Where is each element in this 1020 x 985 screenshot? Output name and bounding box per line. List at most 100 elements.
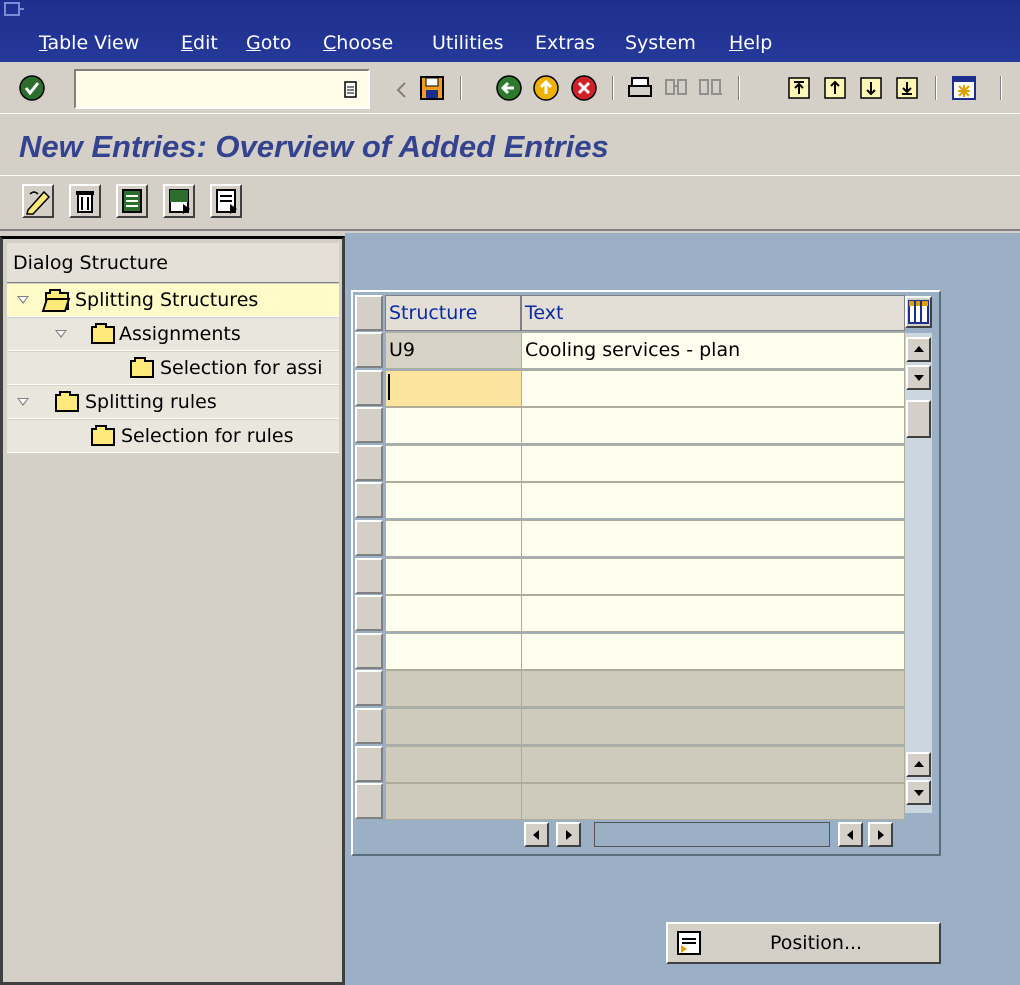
last-page-icon[interactable] [893, 74, 921, 102]
cell-structure[interactable] [385, 595, 522, 632]
position-button[interactable]: Position... [666, 922, 941, 964]
row-selector[interactable] [355, 407, 383, 443]
tree-node-splitting-rules[interactable]: Splitting rules [7, 386, 339, 419]
folder-icon [55, 391, 79, 412]
row-selector[interactable] [355, 746, 383, 782]
row-selector[interactable] [355, 520, 383, 556]
previous-page-icon[interactable] [821, 74, 849, 102]
tree-node-assignments[interactable]: Assignments [7, 318, 339, 351]
cell-text[interactable] [521, 407, 905, 444]
column-header-structure[interactable]: Structure [385, 295, 521, 331]
scroll-right-button[interactable] [556, 822, 581, 847]
change-display-button[interactable] [22, 184, 54, 218]
first-page-icon[interactable] [785, 74, 813, 102]
row-selector[interactable] [355, 332, 383, 368]
find-next-icon[interactable] [696, 74, 724, 102]
row-selector[interactable] [355, 445, 383, 481]
row-selector[interactable] [355, 370, 383, 406]
scroll-thumb[interactable] [906, 400, 931, 438]
cell-structure[interactable] [385, 482, 522, 519]
cell-structure[interactable] [385, 520, 522, 557]
cell-structure[interactable] [385, 670, 522, 707]
save-icon[interactable] [418, 74, 446, 102]
row-selector[interactable] [355, 558, 383, 594]
tree-node-label: Splitting rules [85, 391, 217, 413]
exit-icon[interactable] [532, 74, 560, 102]
command-field[interactable] [74, 69, 370, 109]
tree-node-selection-for-assignments[interactable]: Selection for assi [7, 352, 339, 385]
expand-triangle-icon[interactable] [17, 296, 29, 304]
cell-text[interactable] [521, 746, 905, 783]
row-selector[interactable] [355, 633, 383, 669]
folder-icon [91, 323, 115, 344]
tree-node-selection-for-rules[interactable]: Selection for rules [7, 420, 339, 453]
dialog-structure-header: Dialog Structure [7, 243, 339, 283]
scroll-left-end-button[interactable] [838, 822, 863, 847]
next-page-icon[interactable] [857, 74, 885, 102]
select-all-rows-button[interactable] [355, 295, 383, 331]
row-selector[interactable] [355, 670, 383, 706]
menu-choose[interactable]: Choose [323, 29, 393, 57]
system-menu-icon[interactable] [4, 2, 24, 16]
select-block-button[interactable] [163, 184, 195, 218]
command-history-icon[interactable] [343, 81, 371, 109]
row-selector[interactable] [355, 708, 383, 744]
cell-text[interactable] [521, 482, 905, 519]
delete-button[interactable] [69, 184, 101, 218]
tree-node-label: Splitting Structures [75, 289, 259, 311]
position-button-label: Position... [770, 932, 863, 954]
cell-structure[interactable] [385, 445, 522, 482]
cell-text[interactable] [521, 708, 905, 745]
folder-icon [91, 425, 115, 446]
cell-structure[interactable] [385, 407, 522, 444]
expand-triangle-icon[interactable] [17, 398, 29, 406]
cell-structure[interactable] [385, 558, 522, 595]
arrow-left-icon [533, 830, 539, 840]
print-icon[interactable] [626, 74, 654, 102]
cell-text[interactable] [521, 633, 905, 670]
cell-text[interactable] [521, 558, 905, 595]
table-settings-button[interactable] [905, 296, 932, 328]
cell-text[interactable] [521, 595, 905, 632]
row-selector[interactable] [355, 482, 383, 518]
expand-triangle-icon[interactable] [55, 330, 67, 338]
tree-node-splitting-structures[interactable]: Splitting Structures [7, 284, 339, 317]
cell-structure[interactable] [385, 708, 522, 745]
scroll-page-down-button[interactable] [906, 780, 931, 805]
cell-text[interactable] [521, 670, 905, 707]
menu-help[interactable]: Help [729, 29, 772, 57]
deselect-all-button[interactable] [210, 184, 242, 218]
menu-table-view[interactable]: Table View [39, 29, 139, 57]
cell-structure[interactable] [385, 370, 522, 407]
enter-icon[interactable] [18, 74, 46, 102]
menu-system[interactable]: System [625, 29, 696, 57]
menu-edit[interactable]: Edit [181, 29, 218, 57]
cancel-icon[interactable] [570, 74, 598, 102]
cell-structure[interactable] [385, 633, 522, 670]
scroll-page-up-button[interactable] [906, 752, 931, 777]
column-header-text[interactable]: Text [521, 295, 905, 331]
cell-text[interactable]: Cooling services - plan [521, 332, 905, 369]
cell-text[interactable] [521, 370, 905, 407]
horizontal-scrollbar[interactable] [594, 822, 830, 847]
create-session-icon[interactable] [950, 74, 978, 102]
row-selector[interactable] [355, 783, 383, 819]
scroll-left-button[interactable] [524, 822, 549, 847]
cell-text[interactable] [521, 783, 905, 820]
back-icon[interactable] [495, 74, 523, 102]
cell-structure[interactable] [385, 783, 522, 820]
cell-text[interactable] [521, 520, 905, 557]
scroll-right-end-button[interactable] [868, 822, 893, 847]
scroll-up-button[interactable] [906, 337, 931, 362]
row-selector[interactable] [355, 595, 383, 631]
select-all-button[interactable] [116, 184, 148, 218]
menu-goto[interactable]: Goto [246, 29, 291, 57]
find-icon[interactable] [662, 74, 690, 102]
menu-extras[interactable]: Extras [535, 29, 595, 57]
scroll-down-button[interactable] [906, 365, 931, 390]
cell-text[interactable] [521, 445, 905, 482]
cell-structure[interactable]: U9 [385, 332, 522, 369]
cell-structure[interactable] [385, 746, 522, 783]
arrow-left-icon [847, 830, 853, 840]
menu-utilities[interactable]: Utilities [432, 29, 504, 57]
